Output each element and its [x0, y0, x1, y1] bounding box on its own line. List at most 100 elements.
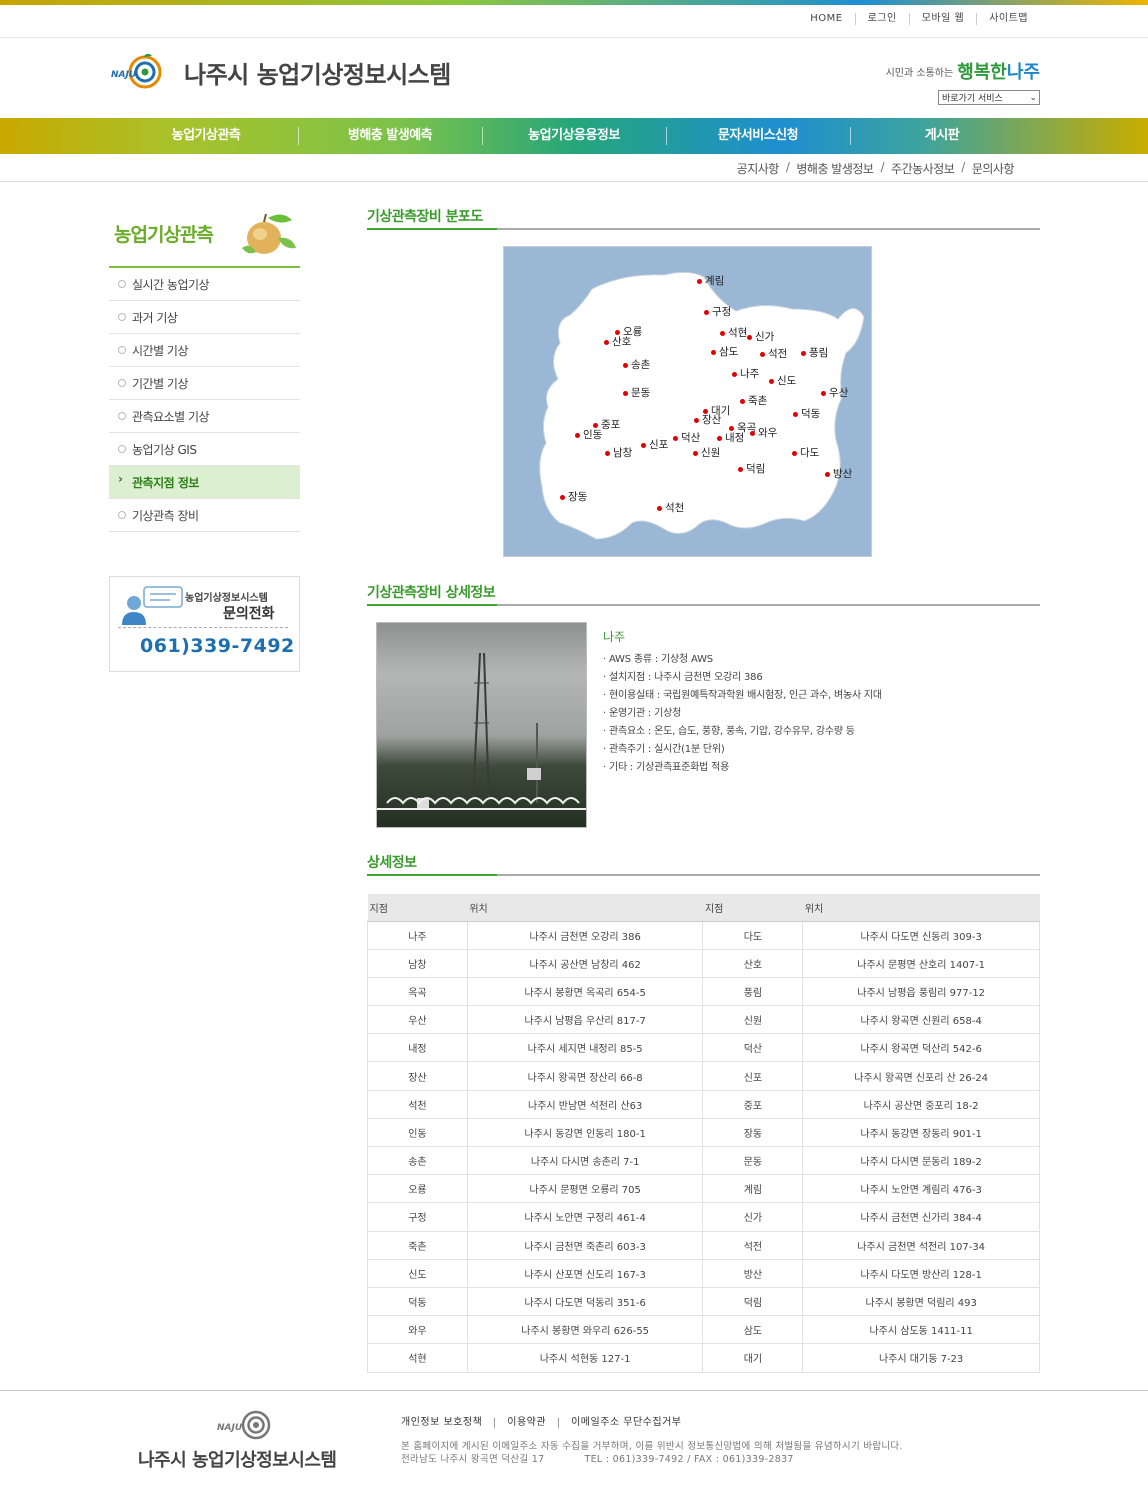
equipment-detail: 나주 · AWS 종류 : 기상청 AWS · 설치지점 : 나주시 금천면 오… — [603, 628, 1033, 777]
side-nav-item-period[interactable]: 기간별 기상 — [109, 367, 300, 400]
location-cell: 나주시 동강면 장동리 901-1 — [802, 1118, 1040, 1148]
map-marker-wau[interactable]: 와우 — [750, 427, 777, 439]
svg-text:NAJU: NAJU — [217, 1423, 243, 1433]
gnb-item-sms-service[interactable]: 문자서비스신청 — [666, 118, 850, 154]
station-cell: 옥곡 — [367, 977, 468, 1007]
gnb-item-pest-forecast[interactable]: 병해충 발생예측 — [298, 118, 482, 154]
map-marker-deokdong[interactable]: 덕동 — [793, 408, 820, 420]
map-marker-deokrim[interactable]: 덕림 — [738, 463, 765, 475]
mobile-web-link[interactable]: 모바일 웹 — [908, 13, 976, 25]
location-cell: 나주시 동강면 인동리 180-1 — [466, 1118, 703, 1148]
detail-usage: · 현이용실태 : 국립원예특작과학원 배시험장, 인근 과수, 벼농사 지대 — [603, 690, 882, 701]
map-marker-indong[interactable]: 인동 — [575, 429, 602, 441]
home-link[interactable]: HOME — [798, 13, 854, 25]
call-center-icon — [122, 586, 183, 625]
footer-privacy-link[interactable]: 개인정보 보호정책 — [401, 1418, 494, 1428]
station-cell: 나주 — [367, 921, 468, 950]
map-marker-sanho[interactable]: 산호 — [604, 336, 631, 348]
side-nav-item-realtime[interactable]: 실시간 농업기상 — [109, 268, 300, 301]
side-nav-item-past[interactable]: 과거 기상 — [109, 301, 300, 334]
contact-banner[interactable]: 농업기상정보시스템 문의전화 061)339-7492 — [109, 576, 300, 672]
footer-email-refusal-link[interactable]: 이메일주소 무단수집거부 — [558, 1418, 693, 1428]
site-logo[interactable]: NAJU 나주시 농업기상정보시스템 — [110, 52, 451, 92]
table-row: 죽촌 나주시 금천면 죽촌리 603-3 석전 나주시 금천면 석전리 107-34 — [367, 1231, 1040, 1260]
location-cell: 나주시 다도면 방산리 128-1 — [802, 1259, 1040, 1288]
station-cell: 석전 — [702, 1231, 803, 1260]
side-nav-item-equipment[interactable]: 기상관측 장비 — [109, 499, 300, 532]
location-cell: 나주시 다시면 송촌리 7-1 — [466, 1146, 703, 1176]
divider — [0, 37, 1148, 38]
login-link[interactable]: 로그인 — [854, 13, 909, 25]
side-nav-item-station-info[interactable]: 관측지점 정보 — [109, 466, 300, 499]
map-marker-bangsan[interactable]: 방산 — [825, 468, 852, 480]
map-marker-pungnim[interactable]: 풍림 — [801, 347, 828, 359]
station-cell: 신도 — [367, 1259, 468, 1288]
footer-links: 개인정보 보호정책 이용약관 이메일주소 무단수집거부 — [401, 1418, 693, 1428]
sub-nav-notice[interactable]: 공지사항 — [737, 160, 780, 177]
map-marker-jangdong[interactable]: 장동 — [560, 491, 587, 503]
map-marker-sinpo[interactable]: 신포 — [641, 439, 668, 451]
station-table: 지점 위치 지점 위치 나주 나주시 금천면 오강리 386 다도 나주시 다도면 신… — [367, 894, 1040, 1373]
col-location: 위치 — [802, 894, 1040, 922]
map-marker-songchon[interactable]: 송촌 — [623, 359, 650, 371]
map-marker-namchang[interactable]: 남창 — [605, 447, 632, 459]
section-equip-title: 기상관측장비 상세정보 — [367, 582, 1040, 606]
map-marker-dado[interactable]: 다도 — [792, 447, 819, 459]
map-marker-naejeong[interactable]: 내정 — [717, 432, 744, 444]
gnb-item-weather-observation[interactable]: 농업기상관측 — [114, 118, 298, 154]
location-cell: 나주시 문평면 산호리 1407-1 — [802, 949, 1040, 978]
table-row: 장산 나주시 왕곡면 장산리 66-8 신포 나주시 왕곡면 신포리 산 26-24 — [367, 1061, 1040, 1091]
chevron-down-icon: ⌄ — [1029, 92, 1037, 103]
quick-service-select[interactable]: 바로가기 서비스 ⌄ — [938, 90, 1040, 105]
side-nav-item-label: 기상관측 장비 — [132, 508, 199, 523]
gnb-item-applied-info[interactable]: 농업기상응용정보 — [482, 118, 666, 154]
map-marker-seokjeon[interactable]: 석전 — [760, 348, 787, 360]
station-cell: 계림 — [702, 1174, 803, 1204]
side-nav-item-hourly[interactable]: 시간별 기상 — [109, 334, 300, 367]
footer-terms-link[interactable]: 이용약관 — [494, 1418, 558, 1428]
map-marker-gyerim[interactable]: 계림 — [697, 275, 724, 287]
detail-aws-type: · AWS 종류 : 기상청 AWS — [603, 654, 713, 665]
station-cell: 덕림 — [702, 1287, 803, 1317]
sub-nav-weekly-farming[interactable]: 주간농사정보 — [891, 160, 955, 177]
location-cell: 나주시 다도면 덕동리 351-6 — [466, 1287, 703, 1317]
side-nav-item-label: 농업기상 GIS — [132, 442, 197, 457]
map-marker-seokhyeon[interactable]: 석현 — [720, 327, 747, 339]
map-marker-sindo[interactable]: 신도 — [769, 375, 796, 387]
map-marker-mundong[interactable]: 문동 — [623, 387, 650, 399]
location-cell: 나주시 석현동 127-1 — [466, 1343, 703, 1373]
contact-phone: 061)339-7492 — [140, 635, 295, 657]
map-marker-seokcheon[interactable]: 석천 — [657, 502, 684, 514]
map-marker-deoksan[interactable]: 덕산 — [673, 432, 700, 444]
location-cell: 나주시 산포면 신도리 167-3 — [466, 1259, 703, 1288]
map-marker-gujeong[interactable]: 구정 — [704, 306, 731, 318]
divider — [118, 627, 288, 628]
map-marker-samdo[interactable]: 삼도 — [711, 346, 738, 358]
station-cell: 석현 — [367, 1343, 468, 1373]
gnb-item-board[interactable]: 게시판 — [850, 118, 1034, 154]
map-marker-usan[interactable]: 우산 — [821, 387, 848, 399]
sub-nav-inquiry[interactable]: 문의사항 — [972, 160, 1015, 177]
map-marker-jangsan[interactable]: 장산 — [694, 414, 721, 426]
sitemap-link[interactable]: 사이트맵 — [976, 13, 1040, 25]
map-marker-naju[interactable]: 나주 — [732, 368, 759, 380]
map-marker-jukchon[interactable]: 죽촌 — [740, 395, 767, 407]
station-cell: 방산 — [702, 1259, 803, 1288]
side-nav-item-label: 기간별 기상 — [132, 376, 189, 391]
detail-etc: · 기타 : 기상관측표준화법 적용 — [603, 762, 730, 773]
slogan-big: 행복한 — [957, 62, 1007, 83]
slogan-big2: 나주 — [1006, 62, 1040, 83]
side-nav-item-element[interactable]: 관측요소별 기상 — [109, 400, 300, 433]
location-cell: 나주시 공산면 남창리 462 — [466, 949, 703, 978]
side-nav-item-gis[interactable]: 농업기상 GIS — [109, 433, 300, 466]
sub-nav-pest-info[interactable]: 병해충 발생정보 — [796, 160, 874, 177]
station-cell: 송촌 — [367, 1146, 468, 1176]
map-marker-sinwon[interactable]: 신원 — [693, 447, 720, 459]
naju-logo-icon: NAJU — [110, 52, 180, 92]
map-marker-singa[interactable]: 신가 — [747, 331, 774, 343]
station-cell: 내정 — [367, 1033, 468, 1063]
bullet-icon — [118, 412, 126, 420]
side-nav-item-label: 과거 기상 — [132, 310, 178, 325]
bullet-icon — [118, 379, 126, 387]
contact-line2: 문의전화 — [223, 606, 275, 622]
